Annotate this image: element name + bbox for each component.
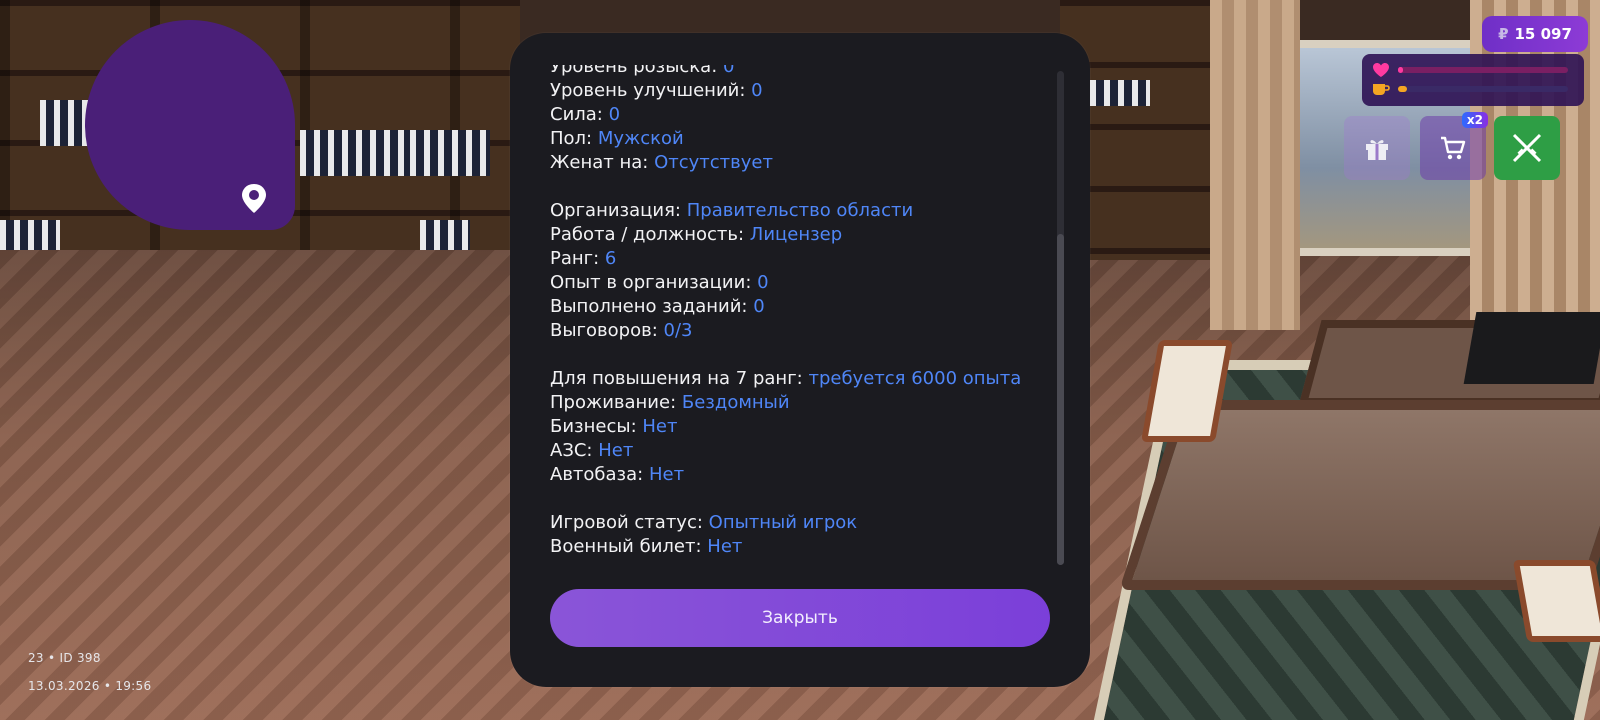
stat-value: требуется 6000 опыта xyxy=(808,368,1022,389)
chair xyxy=(1512,560,1600,642)
player-info: 23 • ID 398 13.03.2026 • 19:56 xyxy=(28,644,151,700)
shopping-cart-icon xyxy=(1441,136,1466,160)
stat-row: АЗС: Нет xyxy=(550,439,1060,463)
stat-value: 0 xyxy=(751,80,763,101)
stat-value: Отсутствует xyxy=(654,152,773,173)
stat-value: Мужской xyxy=(597,128,684,149)
monitor xyxy=(1463,312,1600,384)
stat-value: Нет xyxy=(648,464,685,485)
stat-value: 0 xyxy=(757,272,769,293)
stat-row: Организация: Правительство области xyxy=(550,199,1060,223)
stat-row: Военный билет: Нет xyxy=(550,535,1060,559)
stat-value: Нет xyxy=(598,440,634,461)
stat-row: Пол: Мужской xyxy=(550,127,1060,151)
stat-label: Уровень розыска: xyxy=(550,65,718,77)
weapon-button[interactable] xyxy=(1494,116,1560,180)
money-amount: 15 097 xyxy=(1514,25,1572,43)
stat-label: Опыт в организации: xyxy=(550,272,752,293)
stat-row: Работа / должность: Лицензер xyxy=(550,223,1060,247)
curtain xyxy=(1210,0,1300,330)
binders xyxy=(300,130,410,176)
minimap[interactable] xyxy=(85,20,295,230)
stat-label: Выговоров: xyxy=(550,320,658,341)
stat-label: Бизнесы: xyxy=(550,416,637,437)
stat-value: 0/3 xyxy=(663,320,693,341)
stat-row: Женат на: Отсутствует xyxy=(550,151,1060,175)
stat-row: Выговоров: 0/3 xyxy=(550,319,1060,343)
stat-label: Игровой статус: xyxy=(550,512,703,533)
stat-row: Ранг: 6 xyxy=(550,247,1060,271)
hunger-bar xyxy=(1398,86,1568,92)
binders xyxy=(1090,80,1150,106)
heart-icon xyxy=(1373,63,1389,77)
stat-label: Автобаза: xyxy=(550,464,644,485)
location-pin-icon xyxy=(242,184,266,213)
player-stats-dialog: Уровень розыска: 0 Уровень улучшений: 0 Си… xyxy=(510,33,1090,687)
crossed-rifles-icon xyxy=(1512,133,1542,163)
stat-label: Пол: xyxy=(550,128,593,149)
stat-value: Правительство области xyxy=(686,200,914,221)
stat-label: Выполнено заданий: xyxy=(550,296,748,317)
status-bars-panel xyxy=(1362,54,1584,106)
gift-button[interactable] xyxy=(1344,116,1410,180)
stat-row: Автобаза: Нет xyxy=(550,463,1060,487)
stats-list: Уровень розыска: 0 Уровень улучшений: 0 Си… xyxy=(550,65,1060,559)
stat-label: Сила: xyxy=(550,104,603,125)
stat-label: Женат на: xyxy=(550,152,649,173)
stat-label: Военный билет: xyxy=(550,536,702,557)
date-time-line: 13.03.2026 • 19:56 xyxy=(28,679,152,693)
hunger-row xyxy=(1372,82,1568,96)
health-row xyxy=(1372,62,1568,78)
stat-row: Выполнено заданий: 0 xyxy=(550,295,1060,319)
stat-label: Проживание: xyxy=(550,392,677,413)
stat-value: 0 xyxy=(723,65,735,77)
stat-row: Для повышения на 7 ранг: требуется 6000 … xyxy=(550,367,1060,391)
stat-row: Бизнесы: Нет xyxy=(550,415,1060,439)
stat-label: Для повышения на 7 ранг: xyxy=(550,368,803,389)
stats-scroll-area[interactable]: Уровень розыска: 0 Уровень улучшений: 0 Си… xyxy=(550,65,1060,595)
scrollbar-thumb[interactable] xyxy=(1057,234,1064,565)
shop-cart-button[interactable]: x2 xyxy=(1420,112,1488,180)
stat-label: АЗС: xyxy=(550,440,593,461)
stat-value: Бездомный xyxy=(681,392,790,413)
stat-value: 0 xyxy=(608,104,621,125)
stat-row: Опыт в организации: 0 xyxy=(550,271,1060,295)
hunger-bar-fill xyxy=(1398,86,1407,92)
stat-value: 6 xyxy=(604,248,617,269)
health-bar xyxy=(1398,67,1568,73)
binders xyxy=(40,100,90,146)
health-bar-fill xyxy=(1398,67,1404,73)
stat-value: 0 xyxy=(753,296,765,317)
coffee-cup-icon xyxy=(1373,84,1390,95)
binders xyxy=(410,130,490,176)
cart-multiplier-badge: x2 xyxy=(1461,112,1488,128)
stat-row: Уровень розыска: 0 xyxy=(550,65,1060,79)
stat-row: Сила: 0 xyxy=(550,103,1060,127)
stat-label: Организация: xyxy=(550,200,681,221)
stat-label: Ранг: xyxy=(550,248,600,269)
money-display: ₽ 15 097 xyxy=(1482,16,1588,52)
ruble-icon: ₽ xyxy=(1498,25,1509,43)
stat-value: Нет xyxy=(642,416,678,437)
player-id-line: 23 • ID 398 xyxy=(28,651,101,665)
stat-value: Лицензер xyxy=(749,224,843,245)
stat-row: Проживание: Бездомный xyxy=(550,391,1060,415)
close-button[interactable]: Закрыть xyxy=(550,589,1050,647)
scrollbar-track[interactable] xyxy=(1057,71,1064,565)
stat-row: Игровой статус: Опытный игрок xyxy=(550,511,1060,535)
stat-row: Уровень улучшений: 0 xyxy=(550,79,1060,103)
stat-value: Нет xyxy=(707,536,743,557)
gift-icon xyxy=(1366,140,1388,160)
stat-label: Уровень улучшений: xyxy=(550,80,746,101)
stat-value: Опытный игрок xyxy=(708,512,858,533)
stat-label: Работа / должность: xyxy=(550,224,745,245)
